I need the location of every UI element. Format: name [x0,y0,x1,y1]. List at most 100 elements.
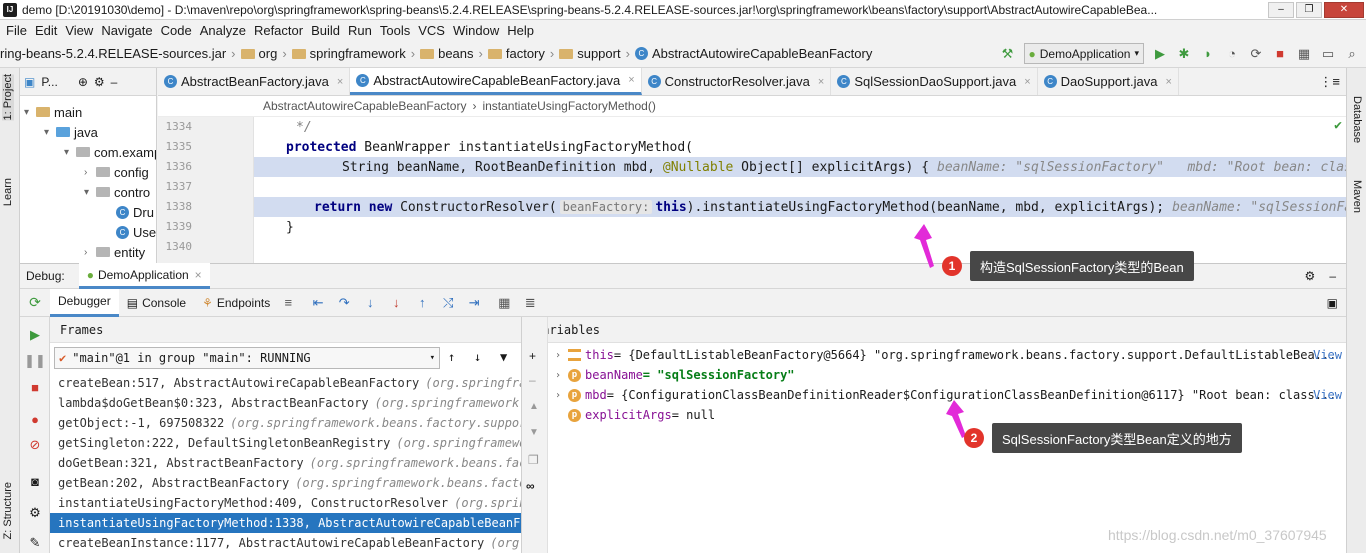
project-structure-icon[interactable]: ▦ [1296,46,1312,62]
arrow-up-icon[interactable]: ↑ [448,350,455,364]
menu-window[interactable]: Window [451,23,505,38]
coverage-icon[interactable]: ◗ [1200,46,1216,62]
expand-arrow-icon[interactable]: › [548,370,568,381]
stack-frame-row[interactable]: getSingleton:222, DefaultSingletonBeanRe… [50,433,521,453]
layout-icon[interactable]: ▭ [1320,46,1336,62]
expand-arrow-icon[interactable]: › [84,247,96,258]
hide-panel-icon[interactable]: – [1329,269,1336,283]
rerun-icon[interactable]: ⟳ [20,294,50,311]
expand-arrow-icon[interactable]: › [548,390,568,401]
project-tree-item[interactable]: › config [84,162,149,182]
menu-file[interactable]: File [4,23,33,38]
gear-icon[interactable]: ⚙ [27,505,43,521]
tab-dao-support[interactable]: C DaoSupport.java × [1038,68,1179,95]
stack-frame-row[interactable]: instantiateUsingFactoryMethod:409, Const… [50,493,521,513]
trace-icon[interactable]: ≣ [520,295,540,311]
search-everywhere-icon[interactable]: ⌕ [1344,46,1360,62]
nav-crumb-org[interactable]: org › [240,46,292,61]
tab-constructor-resolver[interactable]: C ConstructorResolver.java × [642,68,832,95]
view-link[interactable]: View [1313,388,1342,402]
tabs-overflow-icon[interactable]: ⋮≡ [1313,68,1346,95]
menu-build[interactable]: Build [309,23,346,38]
expand-arrow-icon[interactable]: ▾ [84,187,96,198]
debug-icon[interactable]: ✱ [1176,46,1192,62]
close-tab-icon[interactable]: × [1024,76,1030,88]
project-tool-tab[interactable]: 1: Project [2,74,14,121]
remove-watch-icon[interactable]: – [529,373,536,387]
menu-lines-icon[interactable]: ≡ [278,295,298,310]
stack-frame-row[interactable]: createBeanInstance:1177, AbstractAutowir… [50,533,521,553]
expand-arrow-icon[interactable]: ▾ [44,127,56,138]
project-tree-item[interactable]: C Dru [104,202,154,222]
step-into-icon[interactable]: ↓ [360,295,380,310]
tab-console[interactable]: ▤ Console [119,289,194,317]
stack-frame-row[interactable]: lambda$doGetBean$0:323, AbstractBeanFact… [50,393,521,413]
nav-crumb-factory[interactable]: factory › [487,46,559,61]
stack-frame-row[interactable]: getObject:-1, 697508322 (org.springframew… [50,413,521,433]
tab-sql-session-dao-support[interactable]: C SqlSessionDaoSupport.java × [831,68,1038,95]
variable-row[interactable]: › p beanName = "sqlSessionFactory" [548,365,1346,385]
debug-session-tab[interactable]: ● DemoApplication × [78,263,210,289]
tab-endpoints[interactable]: ⚘ Endpoints [194,289,278,317]
menu-view[interactable]: View [63,23,99,38]
menu-refactor[interactable]: Refactor [252,23,309,38]
pause-icon[interactable]: ❚❚ [24,353,46,369]
run-config-select[interactable]: ● DemoApplication ▾ [1023,43,1144,64]
nav-crumb-springframework[interactable]: springframework › [291,46,420,61]
gear-icon[interactable]: ⚙ [1305,269,1316,283]
attach-icon[interactable]: ⟳ [1248,46,1264,62]
tab-abstract-autowire-capable-bean-factory[interactable]: C AbstractAutowireCapableBeanFactory.java… [350,68,642,95]
expand-arrow-icon[interactable]: ▾ [64,147,76,158]
maximize-button[interactable]: ❐ [1296,1,1322,18]
stack-frame-row[interactable]: createBean:517, AbstractAutowireCapableB… [50,373,521,393]
camera-icon[interactable]: ◙ [27,473,43,489]
drop-frame-icon[interactable]: ⤭ [438,295,458,311]
menu-run[interactable]: Run [346,23,378,38]
breadcrumb-method[interactable]: instantiateUsingFactoryMethod() [482,99,655,113]
variable-row[interactable]: p explicitArgs = null [548,405,1346,425]
menu-analyze[interactable]: Analyze [198,23,252,38]
expand-arrow-icon[interactable]: › [548,350,568,361]
filter-icon[interactable]: ▼ [500,350,507,364]
stack-frame-row[interactable]: instantiateUsingFactoryMethod:1338, Abst… [50,513,521,533]
show-execution-point-icon[interactable]: ⇤ [308,295,328,311]
learn-tool-tab[interactable]: Learn [2,178,14,206]
close-tab-icon[interactable]: × [195,268,202,282]
project-tree-item[interactable]: C Use [104,222,156,242]
menu-tools[interactable]: Tools [378,23,416,38]
menu-navigate[interactable]: Navigate [99,23,158,38]
close-tab-icon[interactable]: × [628,74,634,86]
database-tool-tab[interactable]: Database [1351,96,1363,143]
pin-icon[interactable]: ✎ [27,535,43,551]
profile-icon[interactable]: ◔ [1224,46,1240,62]
step-out-icon[interactable]: ↑ [412,295,432,310]
code-editor[interactable]: */ protected BeanWrapper instantiateUsin… [254,117,1346,263]
menu-edit[interactable]: Edit [33,23,63,38]
breadcrumb-class[interactable]: AbstractAutowireCapableBeanFactory [263,99,466,113]
hide-panel-icon[interactable]: – [111,75,118,89]
expand-arrow-icon[interactable]: › [84,167,96,178]
mute-breakpoints-icon[interactable]: ⊘ [27,437,43,453]
structure-tool-tab[interactable]: Z: Structure [2,482,14,539]
resume-icon[interactable]: ▶ [27,327,43,343]
variable-row[interactable]: › this = {DefaultListableBeanFactory@5664… [548,345,1346,365]
run-to-cursor-icon[interactable]: ⇥ [464,295,484,311]
settings-icon[interactable]: ⚙ [94,75,105,89]
close-tab-icon[interactable]: × [818,76,824,88]
thread-select[interactable]: ✔ "main"@1 in group "main": RUNNING ▾ [54,347,440,369]
stop-icon[interactable]: ■ [1272,46,1288,62]
close-window-button[interactable]: ✕ [1324,1,1364,18]
nav-crumb-class[interactable]: C AbstractAutowireCapableBeanFactory [634,46,872,61]
arrow-down-icon[interactable]: ↓ [474,350,481,364]
stop-icon[interactable]: ■ [27,379,43,395]
tab-debugger[interactable]: Debugger [50,288,119,317]
close-tab-icon[interactable]: × [337,76,343,88]
tab-abstract-bean-factory[interactable]: C AbstractBeanFactory.java × [158,68,351,95]
layout-settings-icon[interactable]: ▣ [1327,296,1338,310]
force-step-into-icon[interactable]: ↓ [386,295,406,310]
nav-crumb-support[interactable]: support › [559,46,635,61]
maven-tool-tab[interactable]: Maven [1351,180,1363,213]
variable-row[interactable]: › p mbd = {ConfigurationClassBeanDefinitio… [548,385,1346,405]
menu-help[interactable]: Help [505,23,540,38]
move-up-icon[interactable]: ▲ [529,401,539,412]
